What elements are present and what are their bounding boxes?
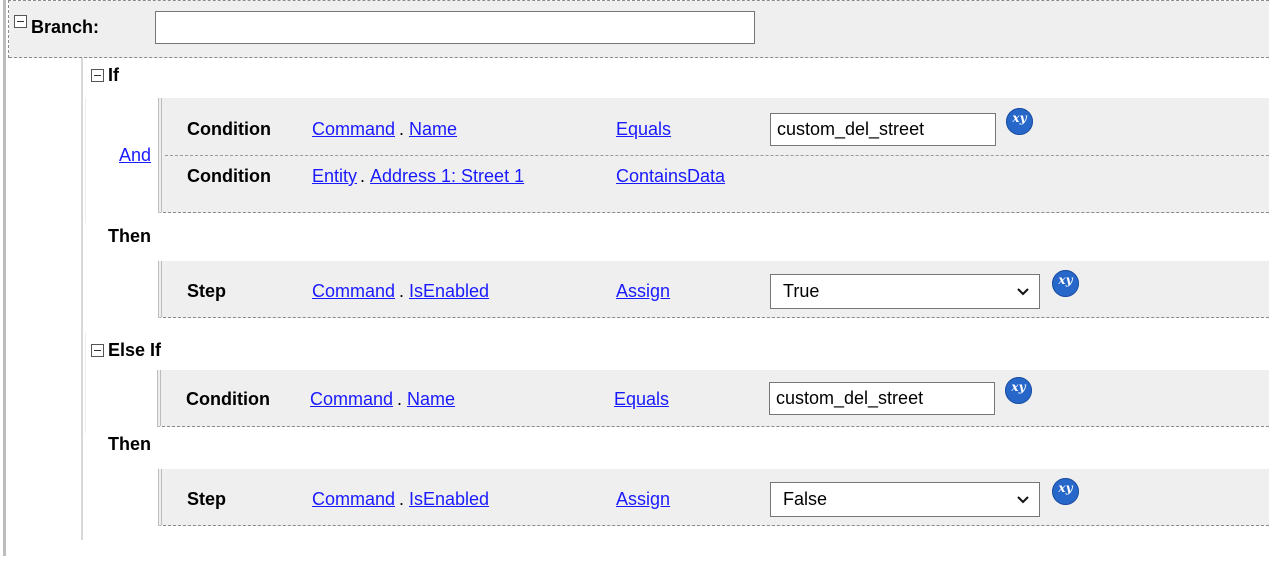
- condition-divider: [165, 155, 1269, 156]
- branch-name-input[interactable]: [155, 11, 755, 44]
- elseif-collapse-toggle[interactable]: [91, 344, 104, 357]
- if-step-kind: Step: [187, 281, 227, 301]
- if-step-dot: .: [399, 281, 405, 301]
- branch-collapse-toggle[interactable]: [14, 15, 27, 28]
- condition-2-kind: Condition: [187, 166, 271, 186]
- elseif-condition-kind: Condition: [186, 389, 270, 409]
- if-step-value-select[interactable]: True: [770, 274, 1040, 309]
- xy-icon: xy: [1058, 481, 1073, 495]
- if-step-variable-button[interactable]: xy: [1052, 270, 1079, 297]
- chevron-down-icon: [1017, 288, 1029, 296]
- xy-icon: xy: [1058, 273, 1073, 287]
- elseif-condition-property-link[interactable]: Name: [407, 389, 455, 410]
- if-step-value-selected: True: [783, 281, 820, 301]
- condition-1-variable-button[interactable]: xy: [1006, 108, 1033, 135]
- condition-1-kind: Condition: [187, 119, 271, 139]
- elseif-step-source-link[interactable]: Command: [312, 489, 395, 510]
- if-step-operator-link[interactable]: Assign: [616, 281, 670, 302]
- elseif-then-label: Then: [108, 434, 151, 454]
- elseif-step-value-select[interactable]: False: [770, 482, 1040, 517]
- elseif-body-rail: [85, 333, 86, 433]
- if-step-property-link[interactable]: IsEnabled: [409, 281, 489, 302]
- elseif-step-variable-button[interactable]: xy: [1052, 478, 1079, 505]
- condition-2-operator-link[interactable]: ContainsData: [616, 166, 725, 187]
- condition-2-dot: .: [360, 166, 366, 186]
- elseif-condition-dot: .: [397, 389, 403, 409]
- if-collapse-toggle[interactable]: [91, 69, 104, 82]
- elseif-header: Else If: [108, 340, 162, 360]
- if-then-label: Then: [108, 226, 151, 246]
- branch-label: Branch:: [31, 17, 100, 37]
- xy-icon: xy: [1011, 380, 1026, 394]
- condition-1-dot: .: [399, 119, 405, 139]
- condition-1-source-link[interactable]: Command: [312, 119, 395, 140]
- elseif-condition-operator-link[interactable]: Equals: [614, 389, 669, 410]
- condition-1-property-link[interactable]: Name: [409, 119, 457, 140]
- condition-1-value-input[interactable]: [770, 113, 996, 146]
- elseif-step-property-link[interactable]: IsEnabled: [409, 489, 489, 510]
- elseif-step-dot: .: [399, 489, 405, 509]
- if-body-rail: [85, 98, 86, 223]
- chevron-down-icon: [1017, 496, 1029, 504]
- condition-2-property-link[interactable]: Address 1: Street 1: [370, 166, 524, 187]
- if-rail: [81, 58, 83, 540]
- xy-icon: xy: [1012, 111, 1027, 125]
- elseif-condition-source-link[interactable]: Command: [310, 389, 393, 410]
- elseif-step-operator-link[interactable]: Assign: [616, 489, 670, 510]
- if-header: If: [108, 65, 119, 85]
- and-operator-link[interactable]: And: [119, 145, 151, 166]
- elseif-step-value-selected: False: [783, 489, 828, 509]
- elseif-condition-value-input[interactable]: [769, 382, 995, 415]
- condition-1-operator-link[interactable]: Equals: [616, 119, 671, 140]
- if-step-source-link[interactable]: Command: [312, 281, 395, 302]
- condition-2-source-link[interactable]: Entity: [312, 166, 357, 187]
- elseif-condition-variable-button[interactable]: xy: [1005, 377, 1032, 404]
- elseif-step-kind: Step: [187, 489, 227, 509]
- left-rail: [3, 0, 6, 556]
